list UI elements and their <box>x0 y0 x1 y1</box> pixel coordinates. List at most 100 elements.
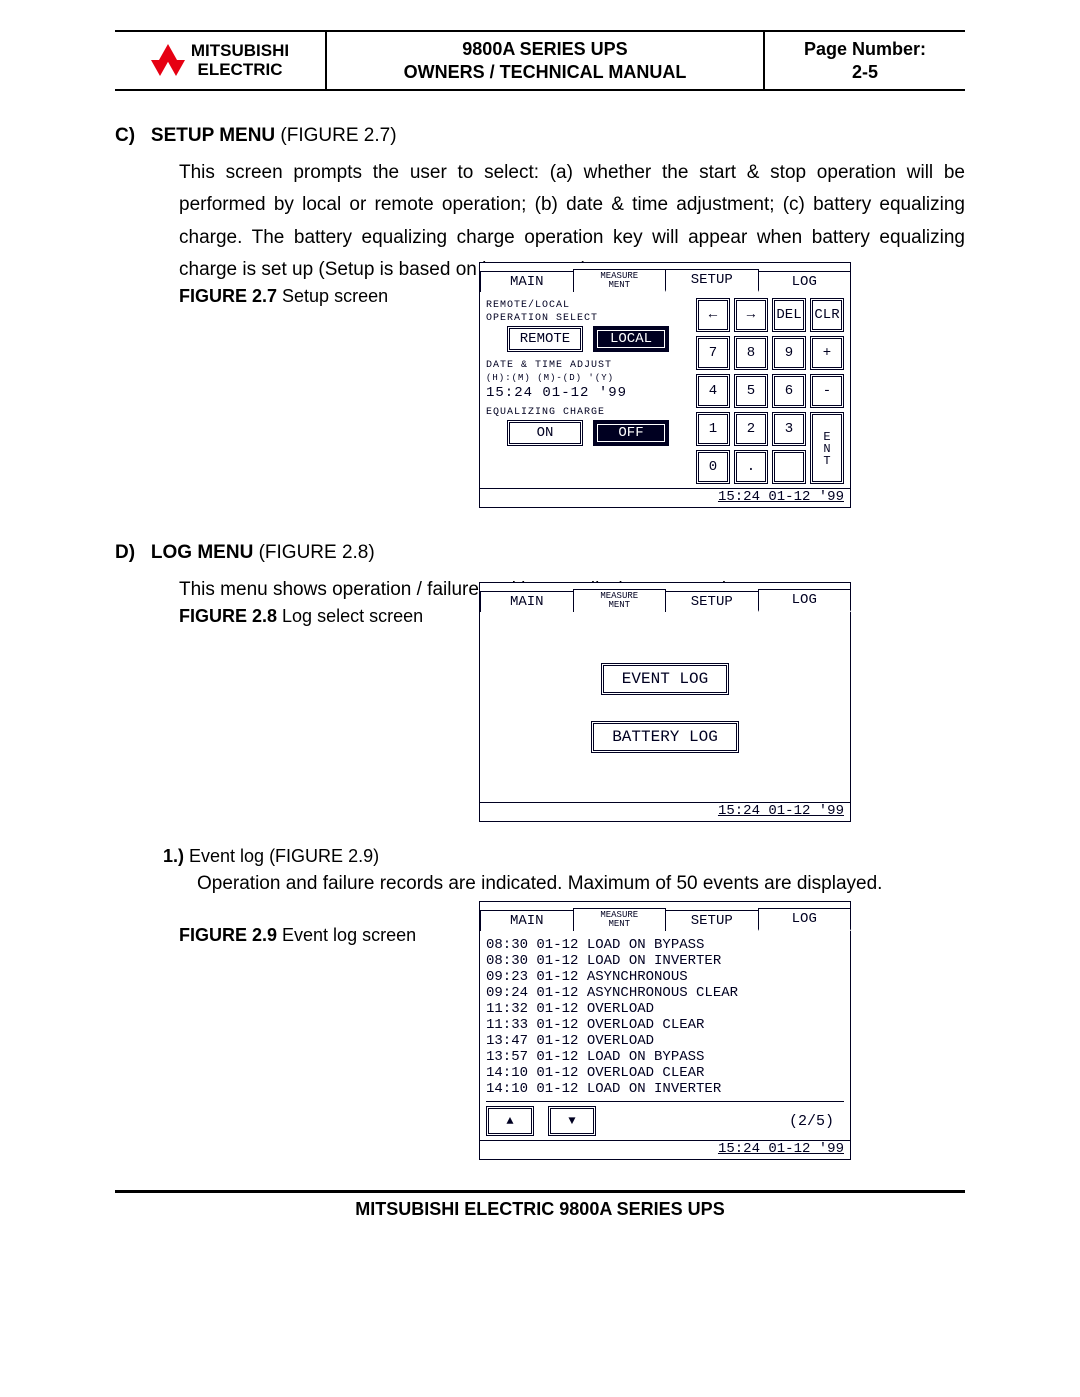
tab-measurement-28[interactable]: MEASURE MENT <box>573 589 667 612</box>
section-d-letter: D) <box>115 542 135 563</box>
figure-29-number: FIGURE 2.9 <box>179 925 277 945</box>
tab-setup[interactable]: SETUP <box>665 269 759 292</box>
figure-29-label: FIGURE 2.9 Event log screen <box>179 925 439 946</box>
brand-bot: ELECTRIC <box>197 60 282 79</box>
figure-28-label: FIGURE 2.8 Log select screen <box>179 606 439 627</box>
figure-29-caption: Event log screen <box>277 925 416 945</box>
page-number-value: 2-5 <box>852 62 878 82</box>
setup-left-column: REMOTE/LOCAL OPERATION SELECT REMOTE LOC… <box>486 298 690 484</box>
key-plus[interactable]: + <box>810 336 844 370</box>
doc-title-cell: 9800A SERIES UPS OWNERS / TECHNICAL MANU… <box>327 32 765 89</box>
tab-log-29[interactable]: LOG <box>758 908 852 931</box>
figure-27-number: FIGURE 2.7 <box>179 286 277 306</box>
lcd-tabs-29: MAIN MEASURE MENT SETUP LOG <box>480 902 850 931</box>
page-number-label: Page Number: <box>804 39 926 59</box>
key-right-arrow[interactable]: → <box>734 298 768 332</box>
event-row: 14:10 01-12 LOAD ON INVERTER <box>486 1081 844 1097</box>
lcd-status-time-29: 15:24 01-12 '99 <box>480 1140 850 1159</box>
figure-28-lcd: MAIN MEASURE MENT SETUP LOG EVENT LOG BA… <box>479 582 851 822</box>
event-row: 09:24 01-12 ASYNCHRONOUS CLEAR <box>486 985 844 1001</box>
mitsubishi-logo-icon <box>151 44 185 78</box>
lcd-status-time-28: 15:24 01-12 '99 <box>480 802 850 821</box>
datetime-value: 15:24 01-12 '99 <box>486 385 690 401</box>
event-row: 13:57 01-12 LOAD ON BYPASS <box>486 1049 844 1065</box>
page-down-button[interactable]: ▼ <box>548 1106 596 1136</box>
brand-top: MITSUBISHI <box>191 41 289 60</box>
key-dot[interactable]: . <box>734 450 768 484</box>
page-header: MITSUBISHI ELECTRIC 9800A SERIES UPS OWN… <box>115 30 965 91</box>
figure-29-lcd: MAIN MEASURE MENT SETUP LOG 08:30 01-12 … <box>479 901 851 1160</box>
key-3[interactable]: 3 <box>772 412 806 446</box>
section-d-ref: (FIGURE 2.8) <box>253 542 374 563</box>
event-row: 14:10 01-12 OVERLOAD CLEAR <box>486 1065 844 1081</box>
key-blank[interactable] <box>772 450 806 484</box>
lcd-status-time: 15:24 01-12 '99 <box>480 488 850 507</box>
key-2[interactable]: 2 <box>734 412 768 446</box>
event-row: 09:23 01-12 ASYNCHRONOUS <box>486 969 844 985</box>
key-5[interactable]: 5 <box>734 374 768 408</box>
figure-28-number: FIGURE 2.8 <box>179 606 277 626</box>
eq-off-button[interactable]: OFF <box>593 420 669 446</box>
event-row: 08:30 01-12 LOAD ON INVERTER <box>486 953 844 969</box>
datetime-format: (H):(M) (M)-(D) '(Y) <box>486 373 690 383</box>
lcd-tabs-28: MAIN MEASURE MENT SETUP LOG <box>480 583 850 612</box>
key-9[interactable]: 9 <box>772 336 806 370</box>
remote-button[interactable]: REMOTE <box>507 326 583 352</box>
doc-title-l2: OWNERS / TECHNICAL MANUAL <box>404 62 687 82</box>
event-log-button[interactable]: EVENT LOG <box>601 663 729 695</box>
doc-title-l1: 9800A SERIES UPS <box>462 39 627 59</box>
section-c-heading: C) SETUP MENU (FIGURE 2.7) <box>115 125 965 147</box>
battery-log-button[interactable]: BATTERY LOG <box>591 721 739 753</box>
key-8[interactable]: 8 <box>734 336 768 370</box>
tab-measurement[interactable]: MEASURE MENT <box>573 269 667 292</box>
brand-cell: MITSUBISHI ELECTRIC <box>115 32 327 89</box>
key-ent[interactable]: ENT <box>810 412 844 484</box>
lcd-tabs: MAIN MEASURE MENT SETUP LOG <box>480 263 850 292</box>
page-number-cell: Page Number: 2-5 <box>765 32 965 89</box>
key-6[interactable]: 6 <box>772 374 806 408</box>
figure-27-label: FIGURE 2.7 Setup screen <box>179 286 439 307</box>
manual-page: MITSUBISHI ELECTRIC 9800A SERIES UPS OWN… <box>0 0 1080 1250</box>
page-indicator: (2/5) <box>789 1113 844 1130</box>
event-row: 08:30 01-12 LOAD ON BYPASS <box>486 937 844 953</box>
figure-27-caption: Setup screen <box>277 286 388 306</box>
tab-setup-29[interactable]: SETUP <box>665 910 759 931</box>
tab-main-28[interactable]: MAIN <box>480 591 574 612</box>
figure-29-row: FIGURE 2.9 Event log screen MAIN MEASURE… <box>115 901 965 1160</box>
key-1[interactable]: 1 <box>696 412 730 446</box>
operation-select-title: OPERATION SELECT <box>486 313 690 324</box>
event-log-pager: ▲ ▼ (2/5) <box>486 1101 844 1136</box>
section-c-ref: (FIGURE 2.7) <box>275 125 396 146</box>
sub-1-paragraph: Operation and failure records are indica… <box>197 873 965 895</box>
eq-on-button[interactable]: ON <box>507 420 583 446</box>
local-button[interactable]: LOCAL <box>593 326 669 352</box>
tab-setup-28[interactable]: SETUP <box>665 591 759 612</box>
key-4[interactable]: 4 <box>696 374 730 408</box>
section-c-title: SETUP MENU <box>151 125 275 146</box>
sub-1-number: 1.) <box>163 846 184 866</box>
keypad: ← → DEL CLR 7 8 9 + 4 5 6 - 1 2 3 ENT 0 <box>696 298 844 484</box>
tab-main-29[interactable]: MAIN <box>480 910 574 931</box>
tab-main[interactable]: MAIN <box>480 271 574 292</box>
event-row: 11:32 01-12 OVERLOAD <box>486 1001 844 1017</box>
equalizing-title: EQUALIZING CHARGE <box>486 407 690 418</box>
key-minus[interactable]: - <box>810 374 844 408</box>
brand-text: MITSUBISHI ELECTRIC <box>191 42 289 79</box>
figure-27-row: FIGURE 2.7 Setup screen MAIN MEASURE MEN… <box>115 262 965 508</box>
page-up-button[interactable]: ▲ <box>486 1106 534 1136</box>
key-clr[interactable]: CLR <box>810 298 844 332</box>
section-d-heading: D) LOG MENU (FIGURE 2.8) <box>115 542 965 564</box>
setup-screen-body: REMOTE/LOCAL OPERATION SELECT REMOTE LOC… <box>480 292 850 488</box>
key-0[interactable]: 0 <box>696 450 730 484</box>
tab-log[interactable]: LOG <box>758 271 852 292</box>
sub-1-title: Event log (FIGURE 2.9) <box>184 846 379 866</box>
tab-measurement-29[interactable]: MEASURE MENT <box>573 908 667 931</box>
key-left-arrow[interactable]: ← <box>696 298 730 332</box>
event-row: 13:47 01-12 OVERLOAD <box>486 1033 844 1049</box>
key-7[interactable]: 7 <box>696 336 730 370</box>
tab-log-28[interactable]: LOG <box>758 589 852 612</box>
figure-27-lcd: MAIN MEASURE MENT SETUP LOG REMOTE/LOCAL… <box>479 262 851 508</box>
figure-28-row: FIGURE 2.8 Log select screen MAIN MEASUR… <box>115 582 965 822</box>
sub-1-heading: 1.) Event log (FIGURE 2.9) <box>163 846 965 867</box>
key-del[interactable]: DEL <box>772 298 806 332</box>
